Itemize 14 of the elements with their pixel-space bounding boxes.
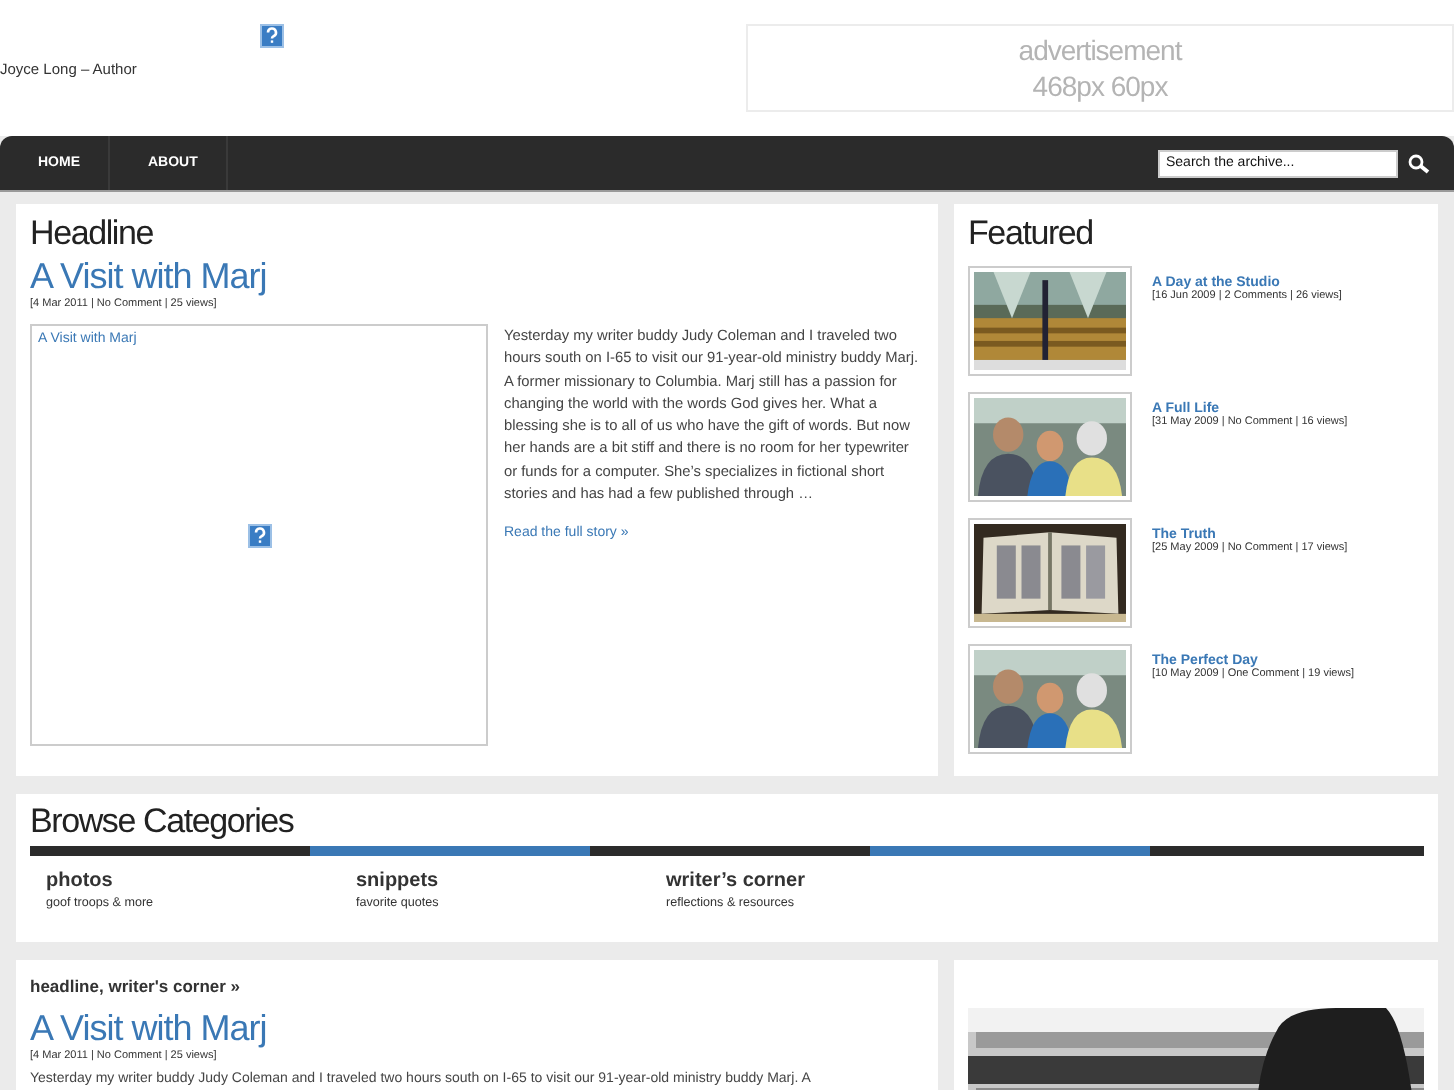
section-title: Headline [30, 214, 156, 254]
category-link[interactable]: snippets [356, 870, 634, 892]
category-link[interactable]: photos [46, 870, 324, 892]
broken-image-icon [260, 24, 284, 48]
search-icon[interactable] [1408, 153, 1430, 173]
advertisement-text: advertisement [1018, 32, 1182, 68]
post-categories: headline, writer's corner » [30, 976, 243, 996]
advertisement-text: 468px 60px [1032, 68, 1168, 104]
section-title: Browse Categories [30, 802, 296, 842]
post-title-link[interactable]: A Visit with Marj [30, 1006, 924, 1050]
broken-image-icon [247, 523, 271, 547]
category-link[interactable]: writer’s corner [666, 870, 944, 892]
post-title-link[interactable]: A Visit with Marj [30, 254, 924, 298]
section-title: Featured [968, 214, 1095, 254]
